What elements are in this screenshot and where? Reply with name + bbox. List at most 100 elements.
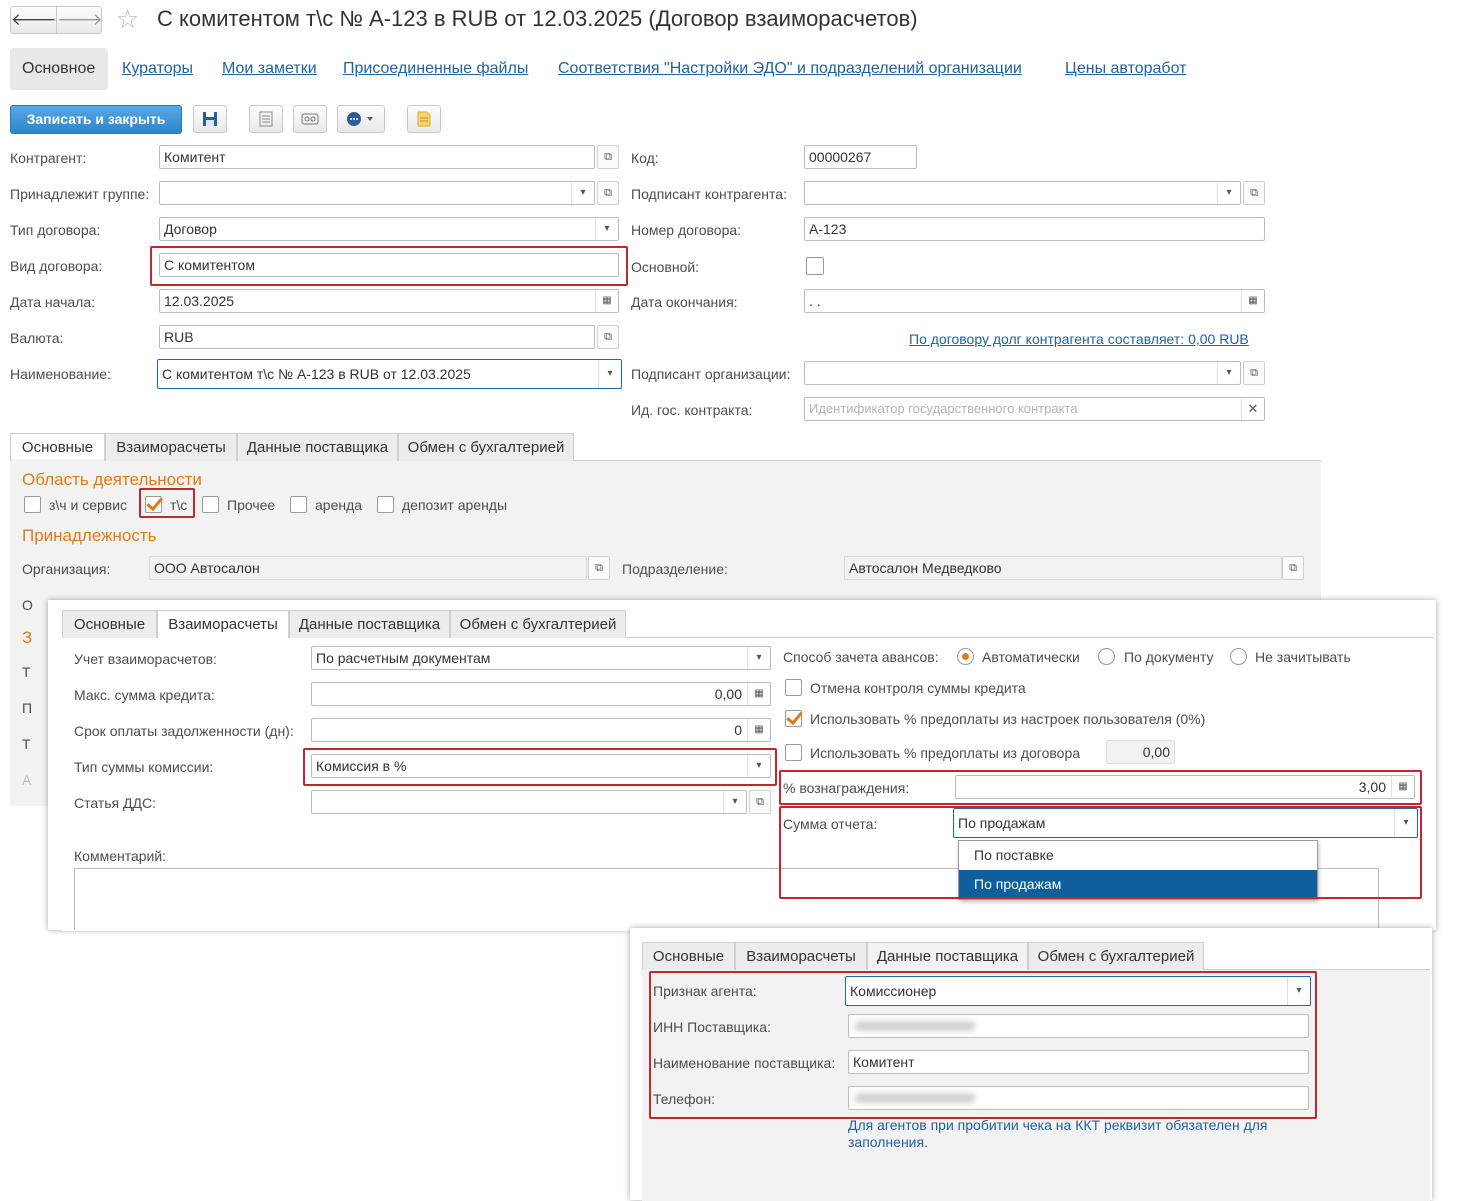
print-button[interactable]: [293, 105, 327, 133]
s-tab-supplier[interactable]: Данные поставщика: [289, 610, 450, 638]
advance-radio-none[interactable]: [1230, 648, 1247, 665]
star-icon[interactable]: ☆: [116, 4, 139, 35]
tab-attached-files[interactable]: Присоединенные файлы: [343, 60, 528, 78]
save-icon: [203, 112, 217, 126]
code-value: 00000267: [809, 149, 872, 165]
activity-checkbox-deposit[interactable]: [377, 496, 394, 513]
check-user-prepay[interactable]: [785, 710, 802, 727]
contract-number-field[interactable]: А-123: [804, 217, 1265, 241]
name-field[interactable]: С комитентом т\с № А-123 в RUB от 12.03.…: [157, 359, 622, 389]
p-tab-settlements[interactable]: Взаиморасчеты: [735, 942, 867, 970]
activity-checkbox-rent[interactable]: [290, 496, 307, 513]
save-button[interactable]: [193, 105, 227, 133]
cut-label-3: Т: [22, 664, 31, 680]
chevron-down-icon[interactable]: ▾: [1217, 182, 1240, 204]
open-dds-button[interactable]: ⧉: [749, 790, 771, 814]
highlight-reward: [779, 770, 1422, 805]
note-button[interactable]: [407, 105, 441, 133]
activity-checkbox-other[interactable]: [202, 496, 219, 513]
back-button[interactable]: 🡐: [11, 7, 57, 33]
open-currency-button[interactable]: ⧉: [597, 325, 619, 349]
chevron-down-icon[interactable]: ▾: [598, 360, 621, 388]
check-credit-control[interactable]: [785, 679, 802, 696]
calculator-icon[interactable]: ▦: [747, 683, 770, 705]
open-counterparty-button[interactable]: ⧉: [597, 145, 619, 169]
p-tab-basic[interactable]: Основные: [642, 942, 735, 970]
s-tab-cover: [158, 636, 288, 639]
comment-label: Комментарий:: [74, 848, 167, 864]
dept-field[interactable]: Автосалон Медведково: [844, 556, 1282, 580]
acc-field[interactable]: По расчетным документам ▾: [311, 646, 771, 670]
credit-field[interactable]: 0,00 ▦: [311, 682, 771, 706]
p-tab-accounting[interactable]: Обмен с бухгалтерией: [1028, 942, 1204, 970]
tab-service-prices[interactable]: Цены авторабот: [1065, 60, 1186, 78]
org-signer-field[interactable]: ▾: [804, 361, 1241, 385]
chevron-down-icon[interactable]: ▾: [747, 647, 770, 669]
contract-number-value: А-123: [809, 221, 847, 237]
list-button[interactable]: [249, 105, 283, 133]
open-dept-button[interactable]: ⧉: [1282, 556, 1304, 580]
commission-type-label: Тип суммы комиссии:: [74, 759, 214, 775]
start-date-field[interactable]: 12.03.2025 ▦: [159, 289, 619, 313]
tab-my-notes[interactable]: Мои заметки: [222, 60, 317, 78]
advance-radio-auto[interactable]: [957, 648, 974, 665]
s-tab-basic[interactable]: Основные: [62, 610, 157, 638]
activity-label-service: з\ч и сервис: [49, 497, 128, 513]
calculator-icon[interactable]: ▦: [747, 719, 770, 741]
s-tab-settlements[interactable]: Взаиморасчеты: [157, 610, 289, 638]
activity-label-other: Прочее: [227, 497, 276, 513]
clear-icon[interactable]: ✕: [1241, 398, 1264, 420]
open-org-button[interactable]: ⧉: [588, 556, 610, 580]
counterparty-label: Контрагент:: [10, 150, 87, 166]
gov-contract-field[interactable]: Идентификатор государственного контракта…: [804, 397, 1265, 421]
chevron-down-icon[interactable]: ▾: [723, 791, 746, 813]
advance-label-auto: Автоматически: [982, 649, 1080, 665]
calendar-icon[interactable]: ▦: [595, 290, 618, 312]
chevron-down-icon[interactable]: ▾: [571, 182, 594, 204]
tab-supplier[interactable]: Данные поставщика: [237, 433, 398, 461]
chevron-down-icon[interactable]: ▾: [1217, 362, 1240, 384]
p-tab-supplier[interactable]: Данные поставщика: [867, 942, 1028, 970]
check-credit-control-label: Отмена контроля суммы кредита: [810, 680, 1026, 696]
open-group-button[interactable]: ⧉: [597, 181, 619, 205]
credit-value: 0,00: [714, 686, 742, 702]
more-button[interactable]: [337, 105, 385, 133]
activity-checkbox-service[interactable]: [24, 496, 41, 513]
tab-accounting[interactable]: Обмен с бухгалтерией: [398, 433, 574, 461]
org-field[interactable]: ООО Автосалон: [149, 556, 587, 580]
tab-supplier-label: Данные поставщика: [246, 439, 389, 456]
tab-curators[interactable]: Кураторы: [122, 60, 193, 78]
counterparty-field[interactable]: Комитент: [159, 145, 595, 169]
group-label: Принадлежит группе:: [10, 186, 150, 202]
counterparty-value: Комитент: [164, 149, 226, 165]
debt-link[interactable]: По договору долг контрагента составляет:…: [909, 331, 1249, 347]
counterparty-signer-field[interactable]: ▾: [804, 181, 1241, 205]
prepay-field[interactable]: 0,00: [1106, 740, 1175, 764]
end-date-field[interactable]: . . ▦: [804, 289, 1265, 313]
open-counterparty-signer-button[interactable]: ⧉: [1243, 181, 1265, 205]
tab-settlements[interactable]: Взаиморасчеты: [105, 433, 237, 461]
name-label: Наименование:: [10, 366, 111, 382]
forward-button[interactable]: 🡒: [57, 7, 103, 33]
advance-radio-doc[interactable]: [1098, 648, 1115, 665]
dds-field[interactable]: ▾: [311, 790, 747, 814]
open-org-signer-button[interactable]: ⧉: [1243, 361, 1265, 385]
currency-field[interactable]: RUB: [159, 325, 595, 349]
highlight-contract-kind: [150, 246, 628, 286]
check-contract-prepay[interactable]: [785, 744, 802, 761]
tab-edo-settings[interactable]: Соответствия "Настройки ЭДО" и подраздел…: [558, 60, 1022, 78]
main-contract-checkbox[interactable]: [806, 257, 824, 275]
tab-basic-underline-cover: [11, 459, 104, 462]
group-field[interactable]: ▾: [159, 181, 595, 205]
calendar-icon[interactable]: ▦: [1241, 290, 1264, 312]
term-field[interactable]: 0 ▦: [311, 718, 771, 742]
chevron-down-icon[interactable]: ▾: [595, 218, 618, 240]
highlight-ts: [139, 488, 195, 518]
print-icon: [301, 113, 319, 125]
s-tab-accounting[interactable]: Обмен с бухгалтерией: [450, 610, 626, 638]
tab-basic[interactable]: Основные: [10, 433, 105, 461]
advance-label-doc: По документу: [1124, 649, 1214, 665]
contract-type-field[interactable]: Договор ▾: [159, 217, 619, 241]
code-field[interactable]: 00000267: [804, 145, 917, 169]
save-close-button[interactable]: Записать и закрыть: [10, 105, 182, 134]
